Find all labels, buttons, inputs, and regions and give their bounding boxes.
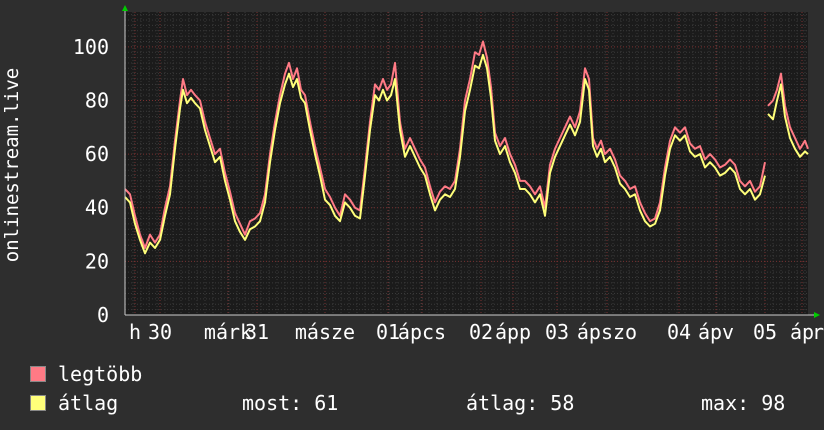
x-tick-label: másze [295,320,355,344]
x-tick-label: ápp [495,320,531,344]
y-tick-label: 20 [85,249,109,273]
x-tick-label: ápcs [398,320,446,344]
legend-label-max: legtöbb [58,362,143,386]
x-tick-label: áp [790,320,814,344]
legend-swatch-avg [30,395,46,411]
x-tick-label: 31 [245,320,269,344]
x-tick-label: r [812,320,824,344]
x-tick-label: ápszo [577,320,637,344]
y-axis-label: onlinestream.live [1,68,23,262]
x-tick-label: 30 [148,320,172,344]
y-tick-label: 0 [97,303,109,327]
y-tick-label: 40 [85,196,109,220]
legend-item-avg: átlag [30,392,118,414]
x-tick-label: ápv [698,320,734,344]
x-tick-label: 04 [667,320,691,344]
legend-label-avg: átlag [58,391,119,415]
y-axis-arrow [122,5,128,11]
y-tick-label: 60 [85,142,109,166]
x-tick-label: 05 [753,320,777,344]
y-tick-label: 80 [85,88,109,112]
legend-swatch-max [30,366,46,382]
legend-item-max: legtöbb [30,363,142,385]
x-tick-label: 02 [469,320,493,344]
x-tick-label: h [129,320,141,344]
stat-now: most: 61 [242,391,339,415]
x-axis-arrow [814,312,820,318]
stat-max: max: 98 [701,391,786,415]
y-tick-label: 100 [73,35,109,59]
x-tick-label: 03 [545,320,569,344]
x-tick-label: 01 [376,320,400,344]
line-chart: 020406080100h 30 márk31 másze 01ápcs 02 ápp 03 á… [1,5,824,344]
stat-avg: átlag: 58 [466,391,575,415]
